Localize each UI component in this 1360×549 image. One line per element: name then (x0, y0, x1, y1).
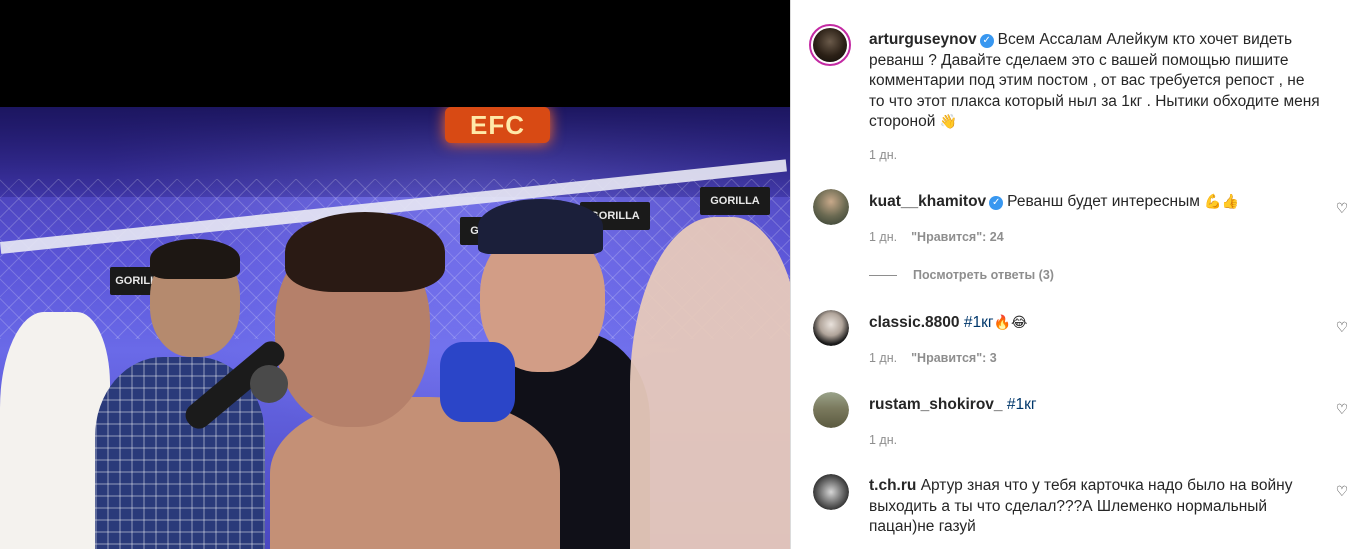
view-replies-button[interactable]: Посмотреть ответы (3) (869, 268, 1054, 282)
blue-towel (440, 342, 515, 422)
comment-item: kuat__khamitov ✓ Реванш будет интересным 💪… (809, 189, 1349, 289)
commenter-avatar[interactable] (813, 392, 849, 428)
caption-text-block: arturguseynov ✓ Всем Ассалам Алейкум кто х… (869, 30, 1321, 133)
video-frame[interactable]: EFC GORILLA GORILLA GORILLA GORILLA (0, 107, 790, 549)
verified-badge-icon: ✓ (979, 34, 994, 48)
commenter-username[interactable]: t.ch.ru (869, 477, 916, 494)
post-caption: arturguseynov ✓ Всем Ассалам Алейкум кто х… (809, 24, 1349, 164)
comment-item: rustam_shokirov_ #1кг ♡ 1 дн. (809, 392, 1349, 452)
verified-badge-icon: ✓ (989, 196, 1004, 210)
comment-text: Реванш будет интересным (1007, 193, 1200, 210)
comment-emoji: 💪👍 (1204, 194, 1240, 210)
person-foreground-blur (630, 217, 790, 549)
commenter-username[interactable]: rustam_shokirov_ (869, 396, 1003, 413)
efc-sign: EFC (445, 107, 550, 143)
comment-likes[interactable]: "Нравится": 3 (911, 351, 997, 365)
comment-item: classic.8800 #1кг🔥😂 ♡ 1 дн. "Нравится": 3 (809, 310, 1349, 370)
comment-text-block: t.ch.ru Артур зная что у тебя карточка н… (869, 476, 1321, 538)
commenter-avatar[interactable] (813, 474, 849, 510)
caption-time[interactable]: 1 дн. (869, 148, 897, 162)
heart-outline-icon[interactable]: ♡ (1335, 321, 1349, 335)
commenter-username[interactable]: classic.8800 (869, 314, 960, 331)
person-plaid-hair (150, 239, 240, 279)
comment-text-block: kuat__khamitov ✓ Реванш будет интересным 💪… (869, 192, 1321, 213)
hashtag-link[interactable]: #1кг (1007, 396, 1037, 413)
comment-time[interactable]: 1 дн. (869, 351, 897, 365)
view-replies-label: Посмотреть ответы (3) (913, 268, 1054, 282)
comment-text-block: rustam_shokirov_ #1кг (869, 395, 1321, 416)
author-username[interactable]: arturguseynov (869, 31, 977, 48)
author-avatar[interactable] (809, 24, 851, 66)
hashtag-link[interactable]: #1кг (964, 314, 994, 331)
wave-emoji: 👋 (939, 114, 958, 130)
person-coach-cap (478, 199, 603, 254)
comment-time[interactable]: 1 дн. (869, 433, 897, 447)
commenter-avatar[interactable] (813, 189, 849, 225)
comment-emoji: 🔥😂 (993, 315, 1028, 331)
commenter-avatar[interactable] (813, 310, 849, 346)
post-media[interactable]: EFC GORILLA GORILLA GORILLA GORILLA (0, 0, 790, 549)
fighter-body (270, 397, 560, 549)
microphone-head (250, 365, 288, 403)
comment-item: t.ch.ru Артур зная что у тебя карточка н… (809, 474, 1349, 549)
comment-time[interactable]: 1 дн. (869, 230, 897, 244)
person-white-suit (0, 312, 110, 549)
comments-sidebar[interactable]: arturguseynov ✓ Всем Ассалам Алейкум кто х… (790, 0, 1360, 549)
comment-text: Артур зная что у тебя карточка надо было… (869, 477, 1293, 535)
sponsor-banner: GORILLA (700, 187, 770, 215)
heart-outline-icon[interactable]: ♡ (1335, 202, 1349, 216)
comment-text-block: classic.8800 #1кг🔥😂 (869, 313, 1321, 334)
comment-meta: 1 дн. "Нравится": 3 (869, 351, 1011, 365)
heart-outline-icon[interactable]: ♡ (1335, 403, 1349, 417)
replies-divider (869, 275, 897, 277)
fighter-hair (285, 212, 445, 292)
comment-meta: 1 дн. (869, 433, 911, 447)
comment-meta: 1 дн. "Нравится": 24 (869, 230, 1018, 244)
commenter-username[interactable]: kuat__khamitov (869, 193, 986, 210)
comment-likes[interactable]: "Нравится": 24 (911, 230, 1004, 244)
heart-outline-icon[interactable]: ♡ (1335, 485, 1349, 499)
caption-meta: 1 дн. (869, 148, 911, 162)
